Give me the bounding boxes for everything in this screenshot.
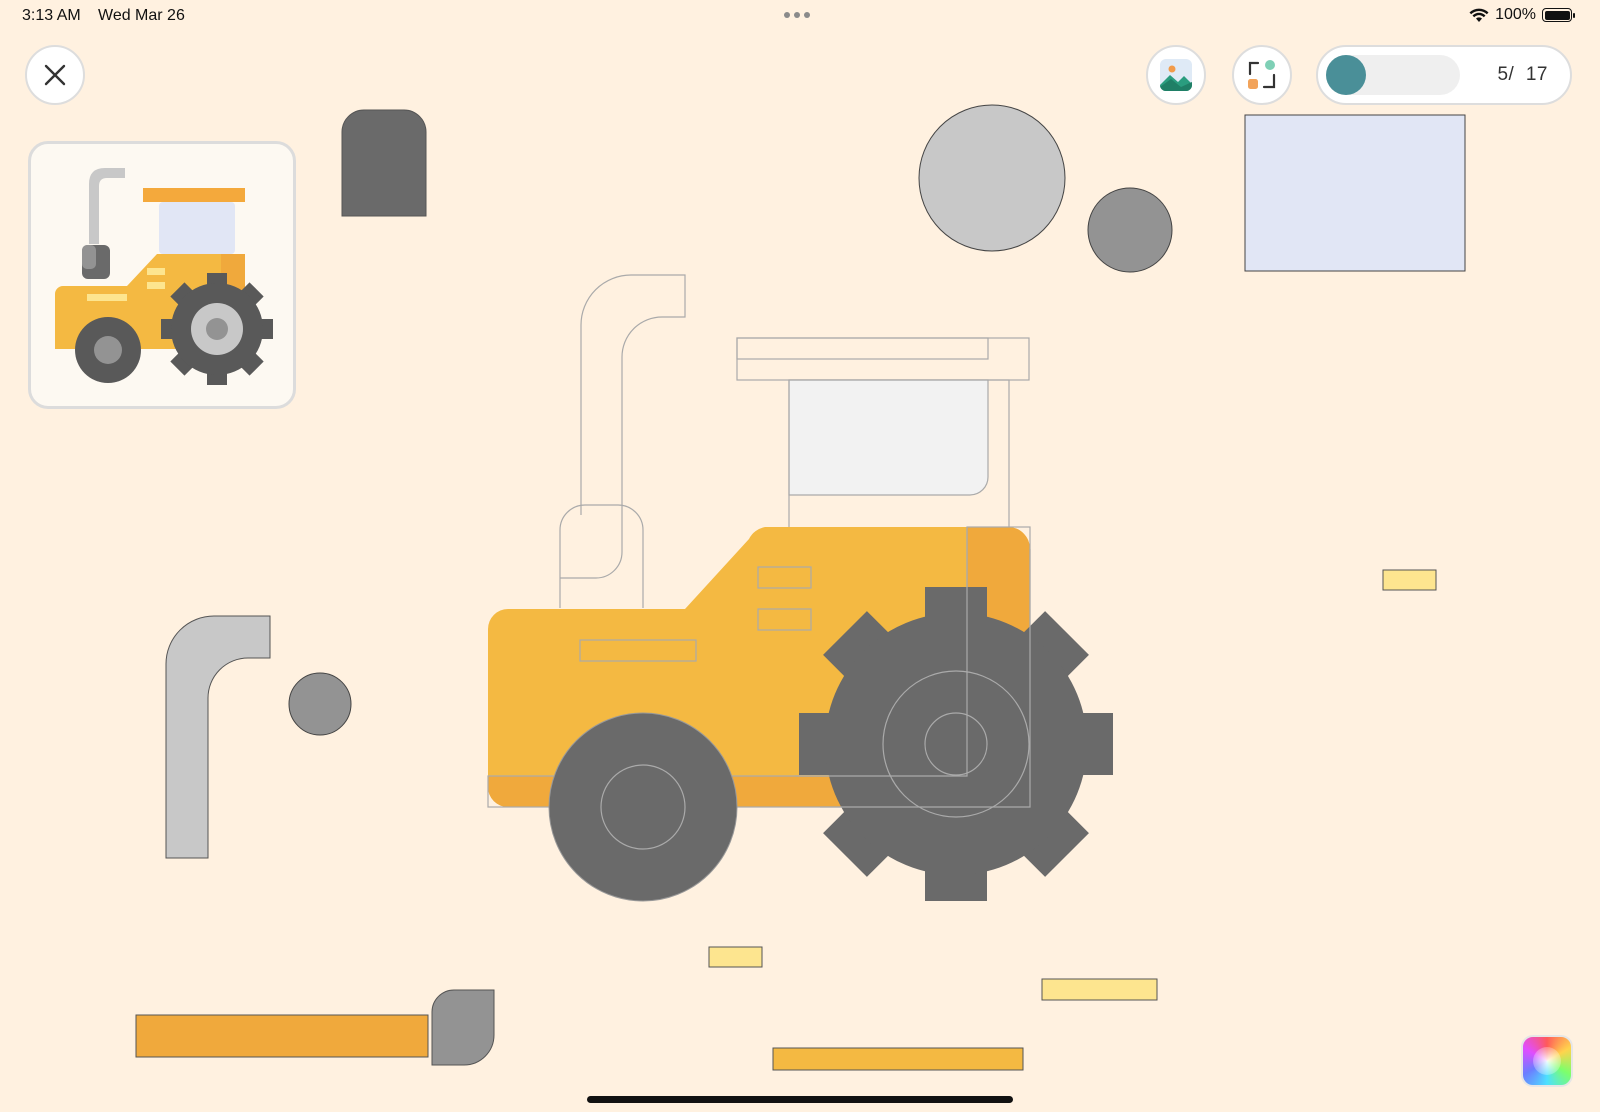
puzzle-piece-stripe-bottom-2[interactable] xyxy=(1041,978,1158,1001)
puzzle-piece-exhaust-base[interactable] xyxy=(431,989,495,1066)
home-indicator[interactable] xyxy=(587,1096,1013,1103)
target-outline-exhaust-base xyxy=(559,504,644,608)
puzzle-piece-stripe-bottom-1[interactable] xyxy=(708,946,763,968)
puzzle-piece-hub-large[interactable] xyxy=(918,104,1066,252)
puzzle-piece-stripe-right[interactable] xyxy=(1382,569,1437,591)
puzzle-piece-exhaust-pipe[interactable] xyxy=(165,615,271,859)
puzzle-canvas xyxy=(135,104,1466,1071)
placed-cab-glass xyxy=(788,379,989,496)
color-picker-button[interactable] xyxy=(1521,1035,1573,1087)
target-outline-exhaust-pipe xyxy=(560,274,686,579)
puzzle-piece-hub-medium[interactable] xyxy=(1087,187,1173,273)
puzzle-piece-roof-bar[interactable] xyxy=(772,1047,1024,1071)
placed-rear-gear xyxy=(799,587,1113,901)
placed-front-wheel xyxy=(548,712,738,902)
puzzle-piece-body-bar[interactable] xyxy=(135,1014,429,1058)
puzzle-piece-exhaust-cap[interactable] xyxy=(341,109,427,217)
target-outline-roof-bar xyxy=(736,337,989,360)
puzzle-piece-hub-small[interactable] xyxy=(288,672,352,736)
puzzle-piece-cab-glass[interactable] xyxy=(1244,114,1466,272)
